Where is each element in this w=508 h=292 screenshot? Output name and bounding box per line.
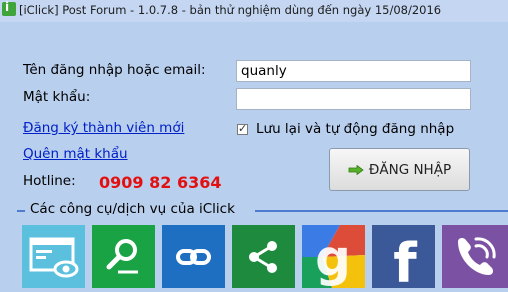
tool-share[interactable] [232, 225, 295, 288]
password-label: Mật khẩu: [23, 89, 91, 105]
tool-link[interactable] [162, 225, 225, 288]
window-title: [iClick] Post Forum - 1.0.7.8 - bản thử … [19, 3, 442, 17]
tool-viber[interactable] [442, 225, 508, 288]
username-label: Tên đăng nhập hoặc email: [23, 62, 206, 78]
remember-checkbox[interactable] [237, 122, 248, 135]
viber-icon [458, 237, 496, 275]
browser-eye-icon [29, 237, 79, 278]
title-bar: i [iClick] Post Forum - 1.0.7.8 - bản th… [0, 0, 508, 22]
svg-text:g: g [315, 229, 351, 287]
username-field[interactable] [236, 60, 471, 82]
hotline-number: 0909 82 6364 [99, 173, 222, 192]
tool-search[interactable] [92, 225, 155, 288]
register-link[interactable]: Đăng ký thành viên mới [23, 120, 184, 136]
password-field[interactable] [236, 88, 471, 110]
tool-google[interactable]: g [302, 225, 365, 288]
forgot-password-link[interactable]: Quên mật khẩu [23, 146, 128, 162]
arrow-right-icon [348, 164, 364, 175]
tool-browser-eye[interactable] [22, 225, 85, 288]
section-divider-right [255, 210, 508, 212]
svg-text:f: f [393, 232, 417, 288]
tools-section-title: Các công cụ/dịch vụ của iClick [30, 201, 235, 217]
tool-facebook[interactable]: f [372, 225, 435, 288]
remember-label: Lưu lại và tự động đăng nhập [256, 121, 455, 137]
search-icon [106, 239, 138, 274]
app-icon: i [2, 0, 16, 16]
section-divider-left [17, 210, 25, 212]
share-icon [249, 241, 277, 273]
hotline-label: Hotline: [23, 173, 76, 189]
link-icon [176, 249, 211, 265]
google-icon: g [302, 225, 365, 288]
login-button-label: ĐĂNG NHẬP [368, 161, 452, 178]
facebook-icon: f [393, 232, 417, 288]
app-icon-letter: i [5, 0, 10, 14]
login-button[interactable]: ĐĂNG NHẬP [329, 148, 470, 191]
